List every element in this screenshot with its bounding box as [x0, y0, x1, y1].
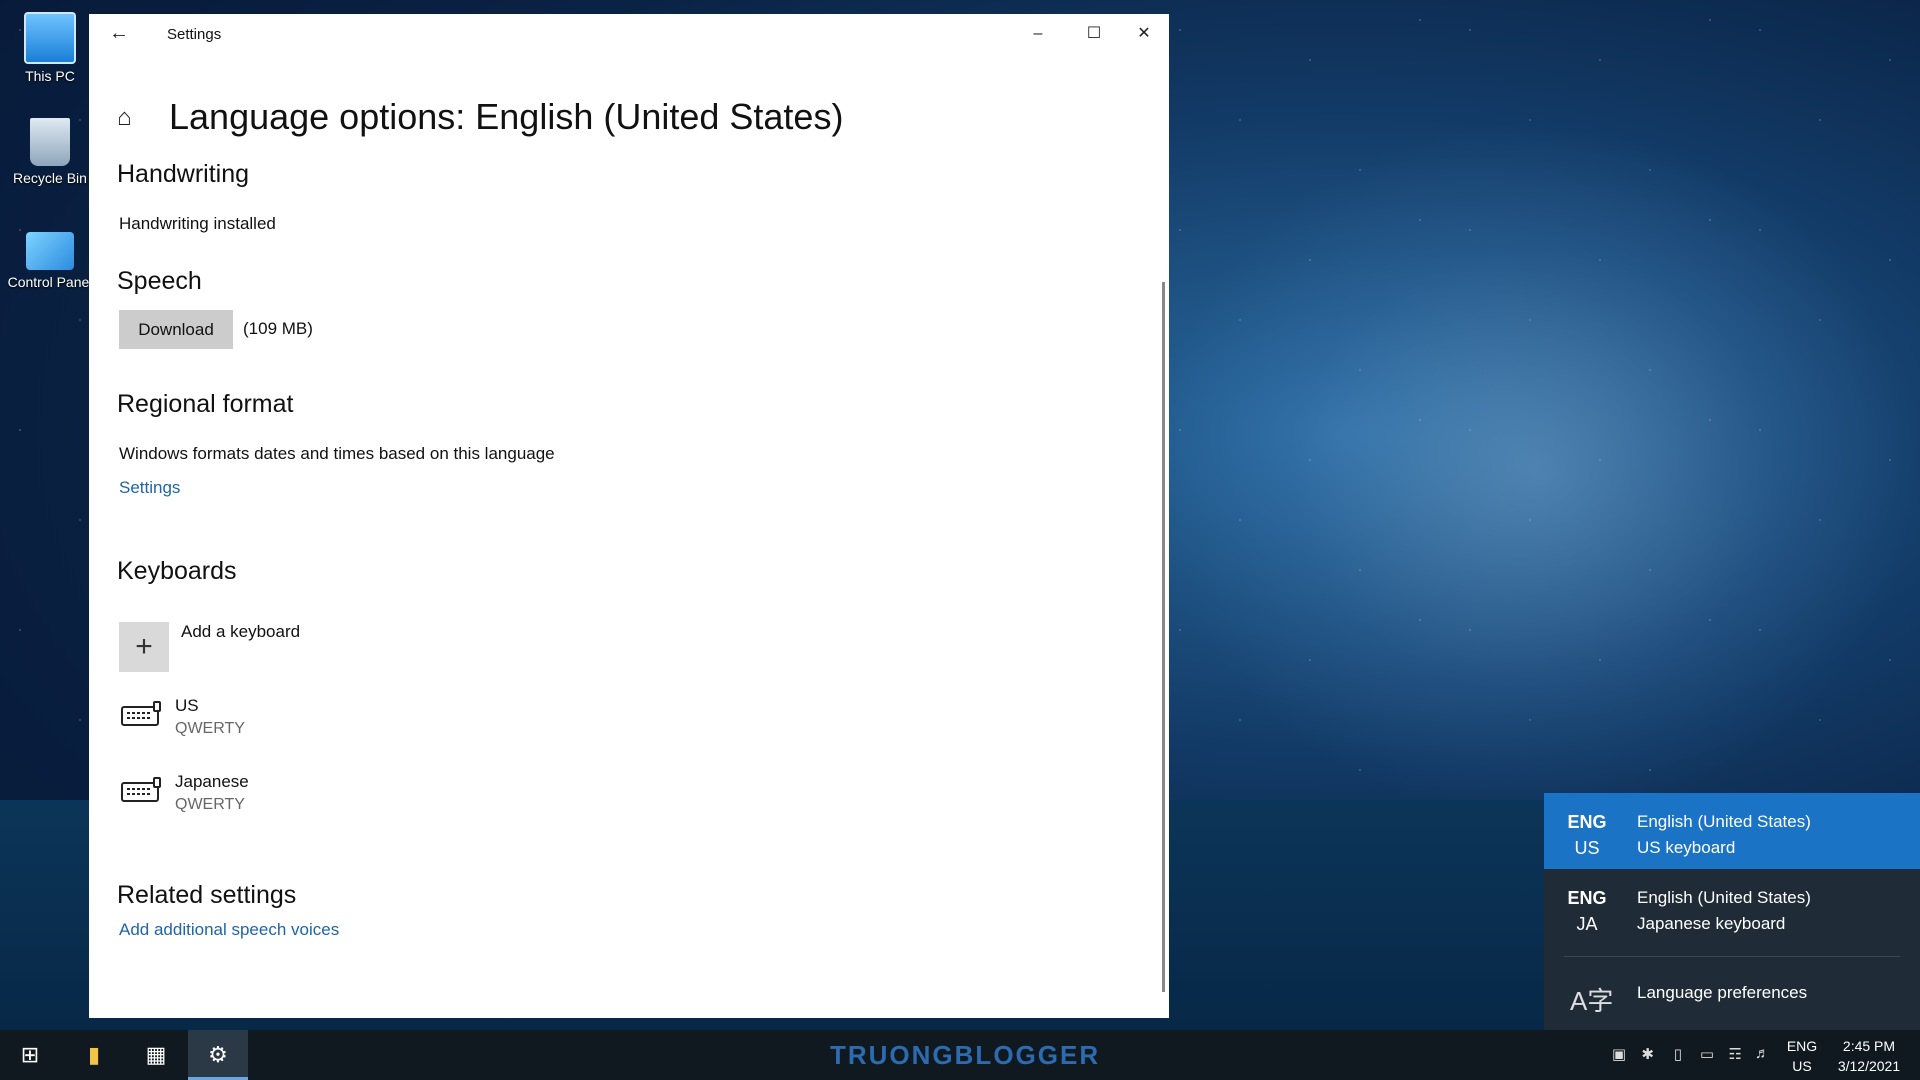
language-name: English (United States) [1637, 888, 1811, 907]
windows-logo-icon: ⊞ [20, 1042, 40, 1067]
language-flyout: ENG US English (United States) US keyboa… [1544, 793, 1920, 1030]
watermark-logo: TRUONGBLOGGER [830, 1040, 1101, 1070]
usb-icon[interactable]: ▯ [1674, 1045, 1682, 1063]
language-description: English (United States) Japanese keyboar… [1637, 885, 1811, 937]
download-speech-button[interactable]: Download [119, 310, 233, 349]
flyout-item-eng-us[interactable]: ENG US English (United States) US keyboa… [1544, 793, 1920, 869]
language-code-secondary: JA [1576, 914, 1598, 934]
input-language-indicator[interactable]: ENG US [1782, 1036, 1822, 1076]
settings-window: ← Settings – ☐ ✕ ⌂ Language options: Eng… [89, 14, 1169, 1018]
scrollbar[interactable] [1162, 282, 1165, 992]
maximize-icon[interactable]: ☐ [1071, 19, 1117, 49]
desktop-icon-label: Recycle Bin [13, 170, 87, 186]
section-heading-speech: Speech [117, 267, 202, 295]
settings-taskbar-button[interactable]: ⚙ [188, 1030, 248, 1080]
language-description: English (United States) US keyboard [1637, 809, 1811, 861]
add-speech-voices-link[interactable]: Add additional speech voices [119, 920, 339, 940]
clock-time: 2:45 PM [1842, 1038, 1896, 1054]
store-icon: ▦ [145, 1042, 167, 1067]
language-name: English (United States) [1637, 812, 1811, 831]
close-icon[interactable]: ✕ [1121, 19, 1167, 49]
keyboard-icon [121, 777, 161, 802]
plus-icon: + [135, 630, 153, 663]
handwriting-status: Handwriting installed [119, 214, 276, 233]
taskbar: ⊞ ▮ ▦ ⚙ TRUONGBLOGGER ▣ ✱ ▯ ▭ ☶ ♬ ENG US… [0, 1030, 1920, 1080]
bluetooth-icon[interactable]: ✱ [1641, 1045, 1654, 1063]
add-keyboard-button[interactable]: + [119, 622, 169, 672]
input-language-region: US [1792, 1058, 1812, 1074]
minimize-icon[interactable]: – [1015, 19, 1061, 49]
defender-icon[interactable]: ▣ [1612, 1045, 1626, 1063]
desktop-icon-label: Control Panel [7, 274, 93, 290]
desktop-icon-label: This PC [25, 68, 75, 84]
language-code: ENG US [1562, 809, 1612, 861]
keyboard-name: Japanese [175, 772, 249, 791]
back-arrow-icon[interactable]: ← [109, 22, 129, 45]
regional-format-description: Windows formats dates and times based on… [119, 444, 555, 463]
start-button[interactable]: ⊞ [0, 1030, 60, 1080]
control-panel-icon [26, 232, 74, 270]
wallpaper-nebula [1150, 120, 1920, 820]
language-code: ENG JA [1562, 885, 1612, 937]
keyboard-name: US keyboard [1637, 838, 1736, 857]
title-bar: ← Settings – ☐ ✕ [89, 14, 1169, 54]
home-icon[interactable]: ⌂ [117, 104, 132, 132]
gear-icon: ⚙ [208, 1042, 228, 1067]
speech-download-size: (109 MB) [243, 319, 313, 338]
volume-icon[interactable]: ♬ [1755, 1045, 1770, 1062]
input-language-code: ENG [1786, 1038, 1818, 1054]
folder-icon: ▮ [87, 1042, 101, 1067]
clock[interactable]: 2:45 PM 3/12/2021 [1824, 1036, 1914, 1076]
desktop-icon-recycle-bin[interactable]: Recycle Bin [4, 118, 96, 186]
keyboard-name: Japanese keyboard [1637, 914, 1786, 933]
keyboard-layout: QWERTY [175, 796, 245, 813]
desktop-icon-control-panel[interactable]: Control Panel [4, 232, 96, 290]
monitor-icon [24, 12, 76, 64]
section-heading-regional-format: Regional format [117, 390, 294, 418]
file-explorer-button[interactable]: ▮ [64, 1030, 124, 1080]
language-preferences-link[interactable]: Language preferences [1637, 983, 1807, 1003]
wifi-icon[interactable]: ☶ [1729, 1045, 1742, 1063]
language-code-secondary: US [1574, 838, 1600, 858]
add-keyboard-label[interactable]: Add a keyboard [181, 622, 300, 642]
store-button[interactable]: ▦ [126, 1030, 186, 1080]
recycle-bin-icon [30, 118, 70, 166]
keyboard-layout: QWERTY [175, 720, 245, 737]
language-code-primary: ENG [1567, 812, 1607, 832]
flyout-divider [1564, 956, 1900, 957]
language-icon: A字 [1570, 986, 1614, 1016]
keyboard-name: US [175, 696, 199, 715]
clock-date: 3/12/2021 [1837, 1058, 1901, 1074]
flyout-item-eng-ja[interactable]: ENG JA English (United States) Japanese … [1544, 869, 1920, 945]
desktop-icon-this-pc[interactable]: This PC [4, 12, 96, 84]
battery-icon[interactable]: ▭ [1700, 1045, 1714, 1063]
section-heading-handwriting: Handwriting [117, 160, 250, 188]
keyboard-icon [121, 701, 161, 726]
section-heading-related-settings: Related settings [117, 881, 297, 909]
section-heading-keyboards: Keyboards [117, 557, 237, 585]
regional-settings-link[interactable]: Settings [119, 478, 180, 498]
window-title: Settings [167, 26, 222, 43]
language-code-primary: ENG [1567, 888, 1607, 908]
page-title: Language options: English (United States… [169, 96, 844, 137]
